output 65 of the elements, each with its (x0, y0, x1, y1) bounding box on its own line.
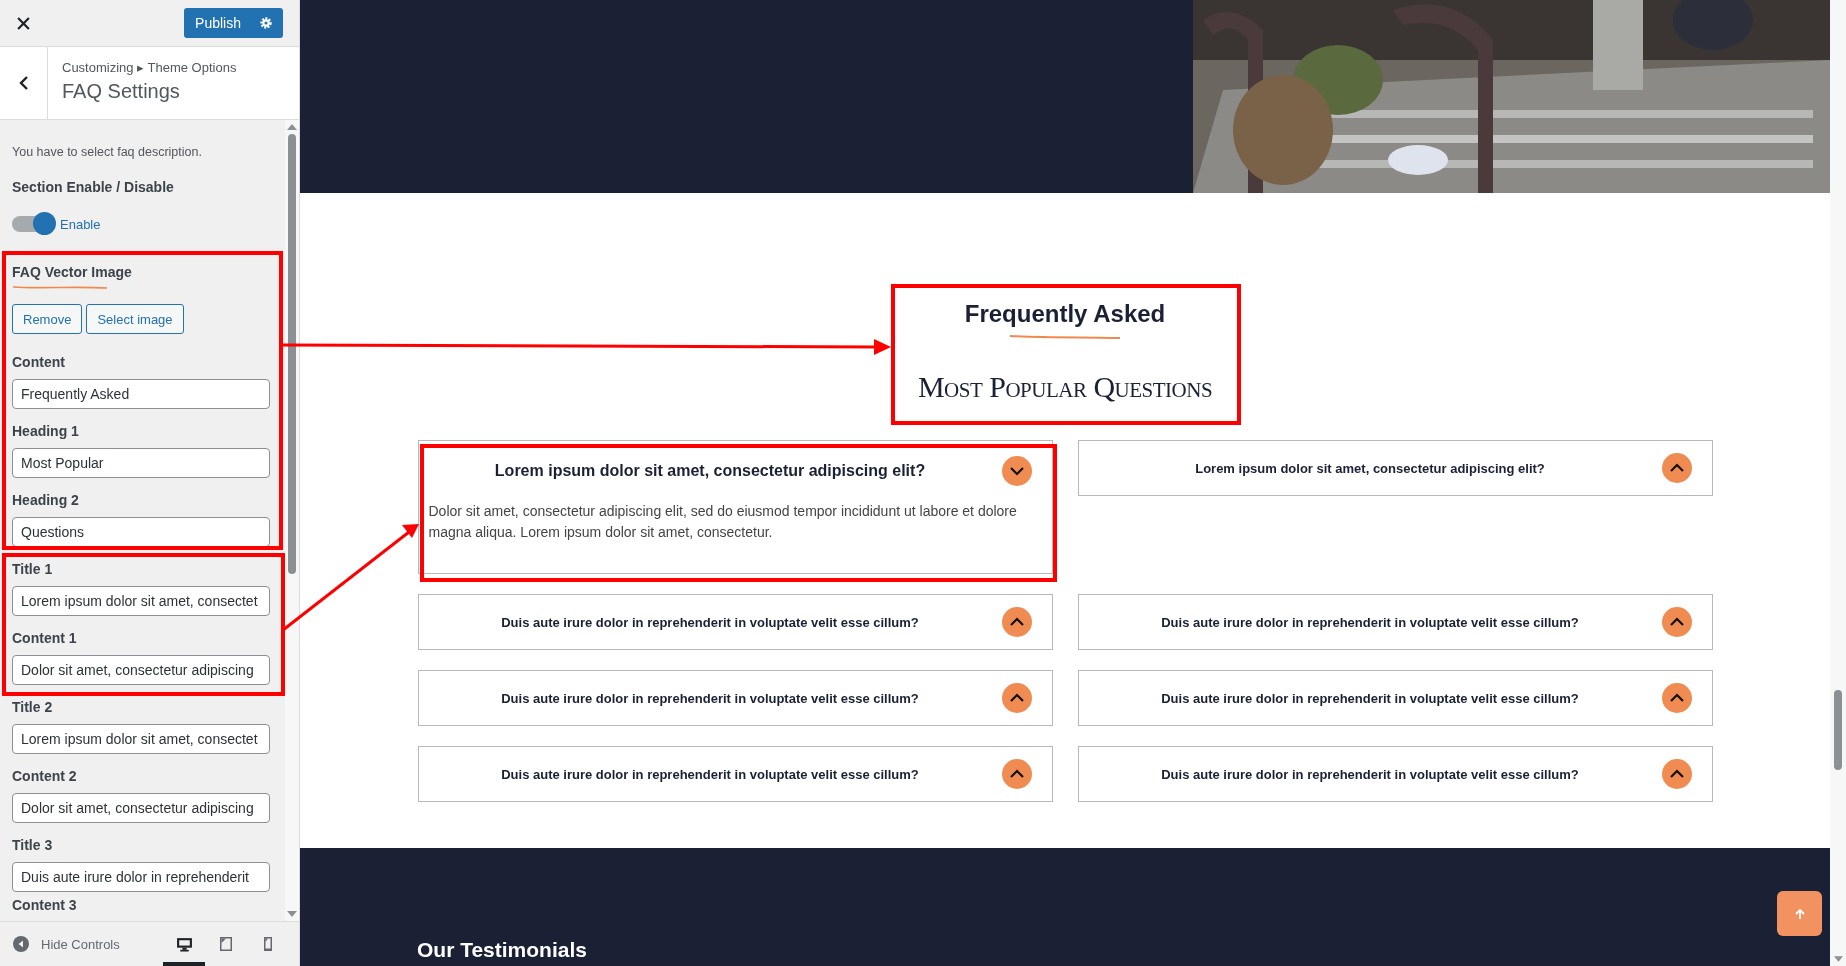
input-field[interactable]: Most Popular (12, 448, 270, 478)
field-label: Heading 2 (12, 492, 79, 509)
tablet-icon (218, 936, 234, 952)
faq-item[interactable]: Duis aute irure dolor in reprehenderit in voluptate velit esse cillum? (1077, 594, 1713, 650)
scroll-down-icon (1833, 956, 1843, 962)
faq-question: Duis aute irure dolor in reprehenderit in voluptate velit esse cillum? (1160, 690, 1580, 706)
input-field[interactable]: Dolor sit amet, consectetur adipiscing (12, 793, 270, 823)
publish-button[interactable]: Publish (184, 8, 283, 38)
field-label: Content 3 (12, 897, 77, 914)
back-icon[interactable] (18, 75, 29, 91)
breadcrumb: Customizing ▸ Theme Options (62, 60, 237, 75)
input-field[interactable]: Questions (12, 517, 270, 547)
scrollbar-thumb[interactable] (288, 134, 296, 574)
chevron-up-icon (1001, 759, 1032, 789)
chevron-up-icon (1661, 683, 1692, 713)
chevron-up-icon (1661, 453, 1692, 483)
faq-item[interactable]: Duis aute irure dolor in reprehenderit in voluptate velit esse cillum? (1077, 670, 1713, 726)
input-field[interactable]: Duis aute irure dolor in reprehenderit (12, 862, 270, 892)
field-label: Content (12, 354, 65, 371)
faq-question: Duis aute irure dolor in reprehenderit in voluptate velit esse cillum? (1160, 614, 1580, 630)
description-text: You have to select faq description. (12, 145, 203, 159)
faq-item[interactable]: Duis aute irure dolor in reprehenderit in voluptate velit esse cillum? (417, 670, 1053, 726)
field-label: Title 2 (12, 699, 53, 716)
faq-question: Duis aute irure dolor in reprehenderit in voluptate velit esse cillum? (500, 690, 920, 706)
image-button[interactable]: Select image (86, 304, 184, 334)
field-label: Title 1 (12, 561, 53, 578)
field-label: Section Enable / Disable (12, 179, 174, 196)
settings-icon (259, 16, 273, 30)
chevron-up-icon (1001, 683, 1032, 713)
faq-item[interactable]: Lorem ipsum dolor sit amet, consectetur adipiscing elit? (1077, 440, 1713, 496)
scrollbar-thumb[interactable] (1834, 690, 1842, 770)
input-field[interactable]: Lorem ipsum dolor sit amet, consectet (12, 586, 270, 616)
hide-controls-button[interactable]: Hide Controls (13, 936, 120, 952)
faq-question: Duis aute irure dolor in reprehenderit in voluptate velit esse cillum? (500, 614, 920, 630)
desktop-icon (175, 935, 193, 953)
input-field[interactable]: Lorem ipsum dolor sit amet, consectet (12, 724, 270, 754)
field-label: FAQ Vector Image (12, 264, 132, 281)
faq-answer: Dolor sit amet, consectetur adipiscing elit, sed do eiusmod tempor incididunt ut labore et dolore magna aliqua. Lorem ipsum dolor sit amet, consectetur. (428, 502, 1018, 542)
section-subtitle: Frequently Asked (964, 300, 1166, 328)
faq-question: Lorem ipsum dolor sit amet, consectetur adipiscing elit? (493, 462, 927, 480)
faq-item[interactable]: Duis aute irure dolor in reprehenderit in voluptate velit esse cillum? (417, 746, 1053, 802)
faq-item[interactable]: Duis aute irure dolor in reprehenderit in voluptate velit esse cillum? (1077, 746, 1713, 802)
faq-question: Lorem ipsum dolor sit amet, consectetur adipiscing elit? (1194, 460, 1546, 476)
input-field[interactable]: Dolor sit amet, consectetur adipiscing (12, 655, 270, 685)
input-field[interactable]: Frequently Asked (12, 379, 270, 409)
faq-question: Duis aute irure dolor in reprehenderit in voluptate velit esse cillum? (1160, 766, 1580, 782)
chevron-up-icon (1001, 607, 1032, 637)
close-icon[interactable] (17, 16, 30, 30)
chevron-down-icon (1001, 456, 1032, 486)
field-label: Content 1 (12, 630, 77, 647)
section-heading: Our Testimonials (417, 938, 587, 962)
scroll-up-icon (287, 124, 297, 130)
chevron-up-icon (1661, 759, 1692, 789)
field-label: Heading 1 (12, 423, 79, 440)
collapse-icon[interactable] (13, 936, 29, 952)
field-label: Title 3 (12, 837, 53, 854)
field-label: Content 2 (12, 768, 77, 785)
section-heading: Most Popular Questions (917, 370, 1213, 404)
scroll-down-icon (287, 911, 297, 917)
chevron-up-icon (1661, 607, 1692, 637)
faq-question: Duis aute irure dolor in reprehenderit in voluptate velit esse cillum? (500, 766, 920, 782)
panel-title: FAQ Settings (62, 80, 181, 103)
faq-item[interactable]: Duis aute irure dolor in reprehenderit in voluptate velit esse cillum? (417, 594, 1053, 650)
toggle-label: Enable (60, 216, 101, 232)
image-button[interactable]: Remove (12, 304, 83, 334)
